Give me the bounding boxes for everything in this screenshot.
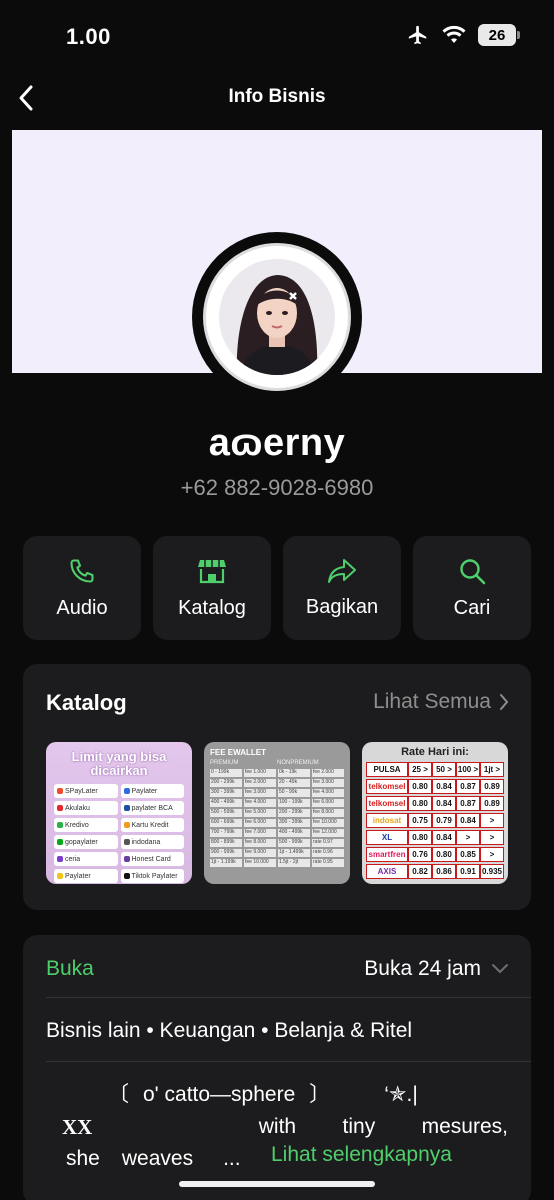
business-hours-toggle[interactable]: Buka 24 jam <box>364 957 509 981</box>
avatar[interactable] <box>192 232 362 402</box>
list-item: Kredivo <box>54 818 118 832</box>
search-button[interactable]: Cari <box>413 536 531 640</box>
table-row: telkomsel 0.80 0.84 0.87 0.89 <box>366 779 504 794</box>
navigation-bar: Info Bisnis <box>0 72 554 124</box>
airplane-icon <box>408 25 427 45</box>
catalog-item-title: Rate Hari ini: <box>401 746 469 758</box>
table-row: indosat 0.75 0.79 0.84 > <box>366 813 504 828</box>
home-indicator[interactable] <box>179 1181 375 1187</box>
table-row: AXIS 0.82 0.86 0.91 0.935 <box>366 864 504 879</box>
audio-call-button[interactable]: Audio <box>23 536 141 640</box>
table-row: smartfren 0.76 0.80 0.85 > <box>366 847 504 862</box>
catalog-item-fee-ewallet[interactable]: FEE EWALLET PREMIUM NONPREMIUM 0 - 199k fe… <box>204 742 350 884</box>
table-row: 1jt - 1.199k fee 10.000 1.5jt - 2jt rate 0.… <box>210 859 344 867</box>
search-label: Cari <box>453 596 491 619</box>
list-item: Akulaku <box>54 801 118 815</box>
list-item: indodana <box>120 835 184 849</box>
avatar-image <box>219 259 335 375</box>
see-all-label: Lihat Semua <box>373 690 491 713</box>
audio-label: Audio <box>56 596 108 619</box>
catalog-item-limit[interactable]: Limit yang bisa dicairkan SPayLater Payl… <box>46 742 192 884</box>
table-row: 600 - 699k fee 6.000 300 - 399k fee 10.000 <box>210 819 344 827</box>
status-bar: 1.00 26 <box>0 0 554 72</box>
table-row: 800 - 899k fee 8.000 500 - 999k rate 0.97 <box>210 839 344 847</box>
wifi-icon <box>442 25 466 43</box>
list-item: Honest Card <box>120 852 184 866</box>
catalog-item-rate[interactable]: Rate Hari ini: PULSA 25 >50 >100 >1jt > t… <box>362 742 508 884</box>
table-row: 200 - 299k fee 2.000 20 - 49k fee 3.000 <box>210 779 344 787</box>
see-all-link[interactable]: Lihat Semua <box>373 690 509 714</box>
share-label: Bagikan <box>305 595 379 618</box>
table-row: 900 - 999k fee 9.000 1jt - 1.499k rate 0.96 <box>210 849 344 857</box>
table-row: 0 - 199k fee 1.000 0k - 19k fee 2.000 <box>210 769 344 777</box>
list-item: Paylater <box>54 869 118 883</box>
share-arrow-icon <box>328 558 356 583</box>
see-more-link[interactable]: Lihat selengkapnya <box>271 1143 452 1167</box>
divider <box>46 1061 531 1062</box>
list-item: Paylater <box>120 784 184 798</box>
table-row: PULSA 25 >50 >100 >1jt > <box>366 762 504 777</box>
business-name: aɷerny <box>208 422 346 464</box>
action-buttons: Audio Katalog Bagikan Cari <box>23 536 531 640</box>
table-row: telkomsel 0.80 0.84 0.87 0.89 <box>366 796 504 811</box>
list-item: SPayLater <box>54 784 118 798</box>
list-item: Tiktok Paylater <box>120 869 184 883</box>
chevron-down-icon <box>492 964 508 974</box>
business-info-section: Buka Buka 24 jam Bisnis lain • Keuangan … <box>23 935 531 1200</box>
phone-icon <box>70 558 94 583</box>
table-row: 300 - 399k fee 3.000 50 - 99k fee 4.000 <box>210 789 344 797</box>
divider <box>46 997 531 998</box>
catalog-item-title: FEE EWALLET <box>210 748 266 757</box>
search-icon <box>460 558 486 584</box>
phone-number[interactable]: +62 882-9028-6980 <box>0 475 554 501</box>
page-title: Info Bisnis <box>228 86 326 107</box>
list-item: gopaylater <box>54 835 118 849</box>
chevron-right-icon <box>500 694 509 710</box>
table-row: 700 - 799k fee 7.000 400 - 499k fee 12.000 <box>210 829 344 837</box>
table-row: XL 0.80 0.84 > > <box>366 830 504 845</box>
list-item: ceria <box>54 852 118 866</box>
catalog-item-title: Limit yang bisa dicairkan <box>71 749 167 778</box>
status-icons: 26 <box>406 24 520 46</box>
catalog-label: Katalog <box>178 596 246 619</box>
table-row: 500 - 599k fee 5.000 200 - 299k fee 8.000 <box>210 809 344 817</box>
share-button[interactable]: Bagikan <box>283 536 401 640</box>
avatar-frame <box>203 243 351 391</box>
list-item: paylater BCA <box>120 801 184 815</box>
catalog-section: Katalog Lihat Semua Limit yang bisa dica… <box>23 664 531 910</box>
business-hours: Buka 24 jam <box>364 957 481 980</box>
catalog-button[interactable]: Katalog <box>153 536 271 640</box>
storefront-icon <box>198 559 226 583</box>
battery-indicator: 26 <box>478 24 520 46</box>
list-item: Kartu Kredit <box>120 818 184 832</box>
catalog-title: Katalog <box>46 690 127 715</box>
table-row: 400 - 499k fee 4.000 100 - 199k fee 6.000 <box>210 799 344 807</box>
business-categories: Bisnis lain • Keuangan • Belanja & Ritel <box>46 1019 413 1042</box>
open-status: Buka <box>46 957 94 980</box>
status-time: 1.00 <box>66 24 111 49</box>
